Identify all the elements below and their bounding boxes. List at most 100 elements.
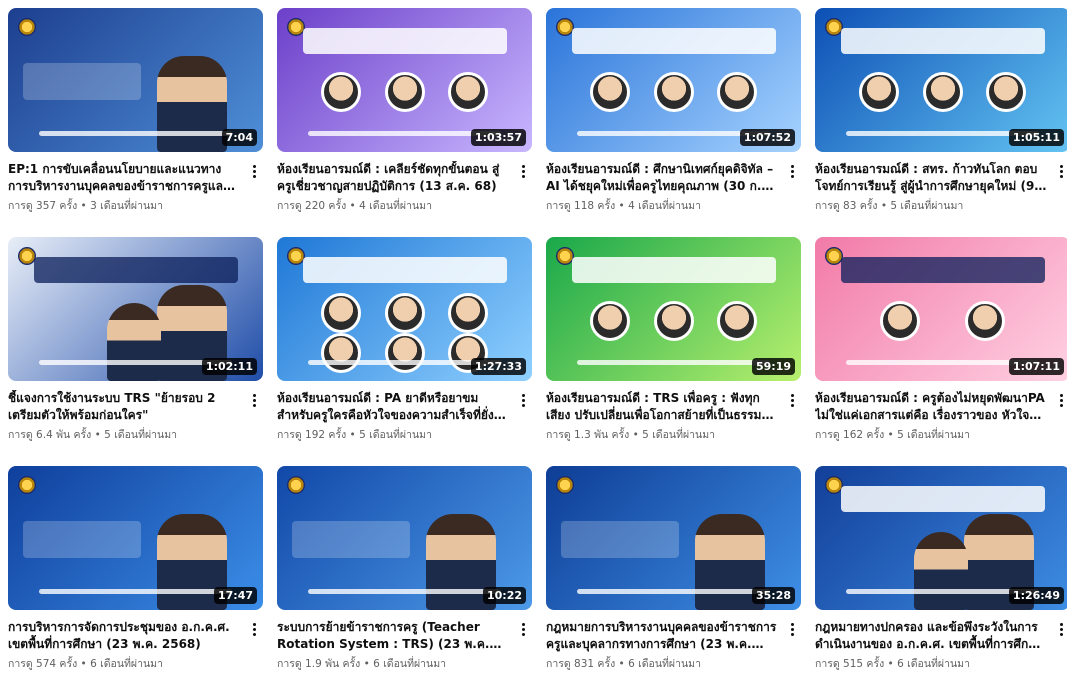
video-stats: การดู 192 ครั้ง • 5 เดือนที่ผ่านมา: [277, 429, 432, 441]
video-stats: การดู 357 ครั้ง • 3 เดือนที่ผ่านมา: [8, 200, 163, 212]
video-meta: ห้องเรียนอารมณ์ดี : TRS เพื่อครู : ฟังทุ…: [546, 381, 801, 442]
video-meta: การบริหารการจัดการประชุมของ อ.ก.ค.ศ. เขต…: [8, 610, 263, 671]
speaker-photo: [107, 303, 161, 381]
video-duration-badge: 17:47: [213, 587, 257, 604]
video-thumbnail[interactable]: 1:05:11: [815, 8, 1067, 152]
video-card[interactable]: 1:27:33 ห้องเรียนอารมณ์ดี : PA ยาดีหรือยา…: [277, 237, 532, 464]
video-meta: ห้องเรียนอารมณ์ดี : ครูต้องไม่หยุดพัฒนาP…: [815, 381, 1067, 442]
video-meta: กฎหมายทางปกครอง และข้อพึงระวังในการดำเนิ…: [815, 610, 1067, 671]
video-title[interactable]: ห้องเรียนอารมณ์ดี : สทร. ก้าวทันโลก ตอบโ…: [815, 161, 1048, 195]
video-stats: การดู 83 ครั้ง • 5 เดือนที่ผ่านมา: [815, 200, 964, 212]
video-card[interactable]: 35:28 กฎหมายการบริหารงานบุคคลของข้าราชการ…: [546, 466, 801, 693]
thumbnail-headline-graphic: [302, 28, 507, 55]
video-title[interactable]: ห้องเรียนอารมณ์ดี : ครูต้องไม่หยุดพัฒนาP…: [815, 390, 1048, 424]
speaker-photo: [717, 72, 758, 112]
video-thumbnail[interactable]: 10:22: [277, 466, 532, 610]
speaker-photo: [384, 72, 425, 112]
video-thumbnail[interactable]: 1:07:52: [546, 8, 801, 152]
thumbnail-headline-graphic: [23, 62, 141, 101]
video-duration-badge: 35:28: [751, 587, 795, 604]
speaker-photo: [157, 56, 228, 152]
more-options-icon[interactable]: [514, 619, 532, 639]
speaker-photo: [448, 72, 489, 112]
speaker-photo: [922, 72, 963, 112]
video-stats: การดู 574 ครั้ง • 6 เดือนที่ผ่านมา: [8, 658, 163, 670]
video-thumbnail[interactable]: 1:26:49: [815, 466, 1067, 610]
more-options-icon[interactable]: [1052, 390, 1067, 410]
speaker-photo: [448, 293, 489, 333]
more-options-icon[interactable]: [1052, 619, 1067, 639]
video-card[interactable]: 10:22 ระบบการย้ายข้าราชการครู (Teacher Ro…: [277, 466, 532, 693]
video-card[interactable]: 1:07:11 ห้องเรียนอารมณ์ดี : ครูต้องไม่หยุ…: [815, 237, 1067, 464]
speaker-photo: [384, 333, 425, 373]
speaker-photo: [589, 301, 630, 341]
video-title[interactable]: ชี้แจงการใช้งานระบบ TRS "ย้ายรอบ 2 เตรีย…: [8, 390, 241, 424]
speaker-photo: [914, 532, 968, 610]
more-options-icon[interactable]: [783, 390, 801, 410]
video-title[interactable]: ระบบการย้ายข้าราชการครู (Teacher Rotatio…: [277, 619, 510, 653]
video-thumbnail[interactable]: 17:47: [8, 466, 263, 610]
thumbnail-headline-graphic: [571, 28, 776, 55]
video-duration-badge: 1:26:49: [1008, 587, 1064, 604]
more-options-icon[interactable]: [514, 390, 532, 410]
video-meta: กฎหมายการบริหารงานบุคคลของข้าราชการครูแล…: [546, 610, 801, 671]
video-card[interactable]: 1:02:11 ชี้แจงการใช้งานระบบ TRS "ย้ายรอบ …: [8, 237, 263, 464]
thumbnail-caption-bar: [38, 131, 233, 136]
video-title[interactable]: กฎหมายทางปกครอง และข้อพึงระวังในการดำเนิ…: [815, 619, 1048, 653]
video-card[interactable]: 7:04 EP:1 การขับเคลื่อนนโยบายและแนวทางการ…: [8, 8, 263, 235]
video-title[interactable]: การบริหารการจัดการประชุมของ อ.ก.ค.ศ. เขต…: [8, 619, 241, 653]
speaker-photo: [653, 72, 694, 112]
video-meta: ห้องเรียนอารมณ์ดี : เคลียร์ชัดทุกขั้นตอน…: [277, 152, 532, 213]
video-card[interactable]: 1:26:49 กฎหมายทางปกครอง และข้อพึงระวังในก…: [815, 466, 1067, 693]
speaker-photo: [320, 333, 361, 373]
video-title[interactable]: ห้องเรียนอารมณ์ดี : TRS เพื่อครู : ฟังทุ…: [546, 390, 779, 424]
video-title[interactable]: ห้องเรียนอารมณ์ดี : เคลียร์ชัดทุกขั้นตอน…: [277, 161, 510, 195]
emblem-icon: [18, 476, 36, 494]
speaker-photo: [965, 301, 1005, 341]
video-thumbnail[interactable]: 59:19: [546, 237, 801, 381]
more-options-icon[interactable]: [245, 619, 263, 639]
video-card[interactable]: 1:03:57 ห้องเรียนอารมณ์ดี : เคลียร์ชัดทุก…: [277, 8, 532, 235]
video-thumbnail[interactable]: 1:03:57: [277, 8, 532, 152]
speaker-photo: [986, 72, 1027, 112]
video-duration-badge: 59:19: [751, 358, 795, 375]
emblem-icon: [556, 476, 574, 494]
thumbnail-headline-graphic: [571, 257, 776, 284]
video-card[interactable]: 1:05:11 ห้องเรียนอารมณ์ดี : สทร. ก้าวทันโ…: [815, 8, 1067, 235]
more-options-icon[interactable]: [783, 619, 801, 639]
video-thumbnail[interactable]: 35:28: [546, 466, 801, 610]
video-title[interactable]: กฎหมายการบริหารงานบุคคลของข้าราชการครูแล…: [546, 619, 779, 653]
video-thumbnail[interactable]: 7:04: [8, 8, 263, 152]
thumbnail-headline-graphic: [840, 486, 1045, 513]
video-stats: การดู 831 ครั้ง • 6 เดือนที่ผ่านมา: [546, 658, 701, 670]
emblem-icon: [18, 18, 36, 36]
video-title[interactable]: ห้องเรียนอารมณ์ดี : PA ยาดีหรือยาขม สำหร…: [277, 390, 510, 424]
video-stats: การดู 515 ครั้ง • 6 เดือนที่ผ่านมา: [815, 658, 970, 670]
video-meta: ชี้แจงการใช้งานระบบ TRS "ย้ายรอบ 2 เตรีย…: [8, 381, 263, 442]
video-duration-badge: 1:07:52: [739, 129, 795, 146]
more-options-icon[interactable]: [245, 390, 263, 410]
video-duration-badge: 1:05:11: [1008, 129, 1064, 146]
thumbnail-caption-bar: [576, 360, 771, 365]
more-options-icon[interactable]: [783, 161, 801, 181]
video-title[interactable]: ห้องเรียนอารมณ์ดี : ศึกษานิเทศก์ยุคดิจิท…: [546, 161, 779, 195]
video-card[interactable]: 59:19 ห้องเรียนอารมณ์ดี : TRS เพื่อครู : …: [546, 237, 801, 464]
speaker-photo: [384, 293, 425, 333]
thumbnail-headline-graphic: [23, 520, 141, 559]
thumbnail-headline-graphic: [840, 28, 1045, 55]
video-title[interactable]: EP:1 การขับเคลื่อนนโยบายและแนวทางการบริห…: [8, 161, 241, 195]
video-card[interactable]: 17:47 การบริหารการจัดการประชุมของ อ.ก.ค.ศ…: [8, 466, 263, 693]
more-options-icon[interactable]: [514, 161, 532, 181]
thumbnail-headline-graphic: [292, 520, 410, 559]
video-thumbnail[interactable]: 1:27:33: [277, 237, 532, 381]
more-options-icon[interactable]: [1052, 161, 1067, 181]
thumbnail-caption-bar: [38, 589, 233, 594]
video-duration-badge: 10:22: [482, 587, 526, 604]
speaker-photo: [320, 72, 361, 112]
speaker-photo: [717, 301, 758, 341]
video-thumbnail[interactable]: 1:02:11: [8, 237, 263, 381]
video-card[interactable]: 1:07:52 ห้องเรียนอารมณ์ดี : ศึกษานิเทศก์ย…: [546, 8, 801, 235]
video-thumbnail[interactable]: 1:07:11: [815, 237, 1067, 381]
video-stats: การดู 162 ครั้ง • 5 เดือนที่ผ่านมา: [815, 429, 970, 441]
more-options-icon[interactable]: [245, 161, 263, 181]
